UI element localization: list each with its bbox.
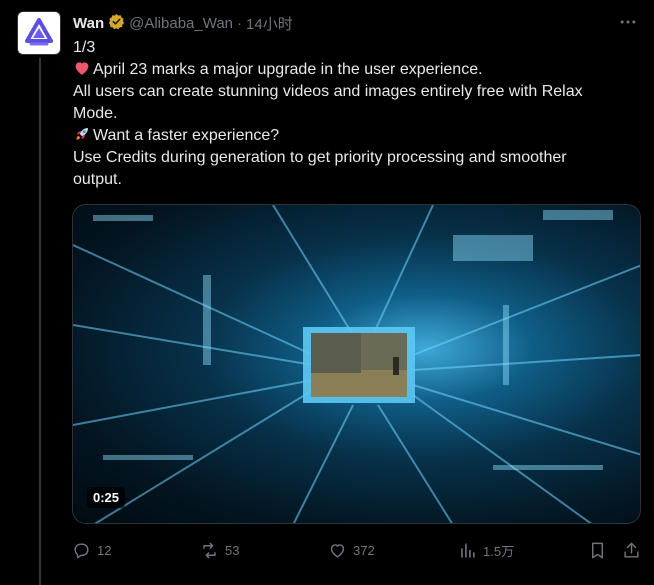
video-duration: 0:25	[87, 487, 126, 508]
rocket-icon	[76, 128, 88, 140]
like-button[interactable]: 372	[328, 538, 375, 562]
repost-icon	[203, 542, 216, 558]
wan-logo-icon	[25, 18, 53, 46]
more-icon	[620, 20, 636, 24]
video-player[interactable]: 0:25	[72, 204, 641, 524]
separator-dot: ·	[237, 14, 243, 32]
thread-counter: 1/3	[73, 39, 96, 56]
text-line-6: output.	[73, 171, 122, 188]
reply-button[interactable]: 12	[72, 538, 111, 562]
thread-line	[39, 58, 41, 585]
text-line-2: All users can create stunning videos and…	[73, 83, 583, 100]
text-line-1: April 23 marks a major upgrade in the us…	[73, 59, 633, 81]
bookmark-icon	[592, 542, 603, 558]
views-count: 1.5万	[483, 543, 515, 559]
like-count: 372	[353, 542, 375, 558]
tweet[interactable]: Wan @Alibaba_Wan · 14小时 1/3 April 23 mar…	[0, 0, 654, 585]
share-button[interactable]	[622, 538, 641, 562]
author-name[interactable]: Wan	[73, 15, 104, 32]
views-icon	[461, 542, 475, 558]
action-bar: 12 53 372 1.5万	[72, 538, 644, 562]
text-line-3: Mode.	[73, 105, 118, 122]
avatar[interactable]	[17, 11, 61, 55]
bookmark-button[interactable]	[588, 538, 607, 562]
post-time[interactable]: 14小时	[246, 13, 293, 34]
reply-icon	[74, 542, 89, 558]
text-line-4-content: Want a faster experience?	[93, 127, 280, 144]
text-line-5: Use Credits during generation to get pri…	[73, 149, 567, 166]
reply-count: 12	[97, 542, 112, 558]
author-handle[interactable]: @Alibaba_Wan	[129, 15, 233, 32]
text-line-4: Want a faster experience?	[73, 125, 633, 147]
share-icon	[624, 542, 639, 558]
video-frame	[73, 205, 640, 523]
repost-count: 53	[225, 542, 240, 558]
repost-button[interactable]: 53	[200, 538, 239, 562]
views-button[interactable]: 1.5万	[458, 538, 514, 562]
verified-badge-icon	[108, 13, 125, 34]
heart-icon	[330, 543, 345, 558]
text-line-1-content: April 23 marks a major upgrade in the us…	[93, 61, 483, 78]
red-heart-icon	[75, 62, 89, 75]
tweet-text: 1/3 April 23 marks a major upgrade in th…	[73, 37, 633, 191]
tweet-header: Wan @Alibaba_Wan · 14小时	[73, 12, 293, 34]
more-button[interactable]	[616, 10, 640, 34]
